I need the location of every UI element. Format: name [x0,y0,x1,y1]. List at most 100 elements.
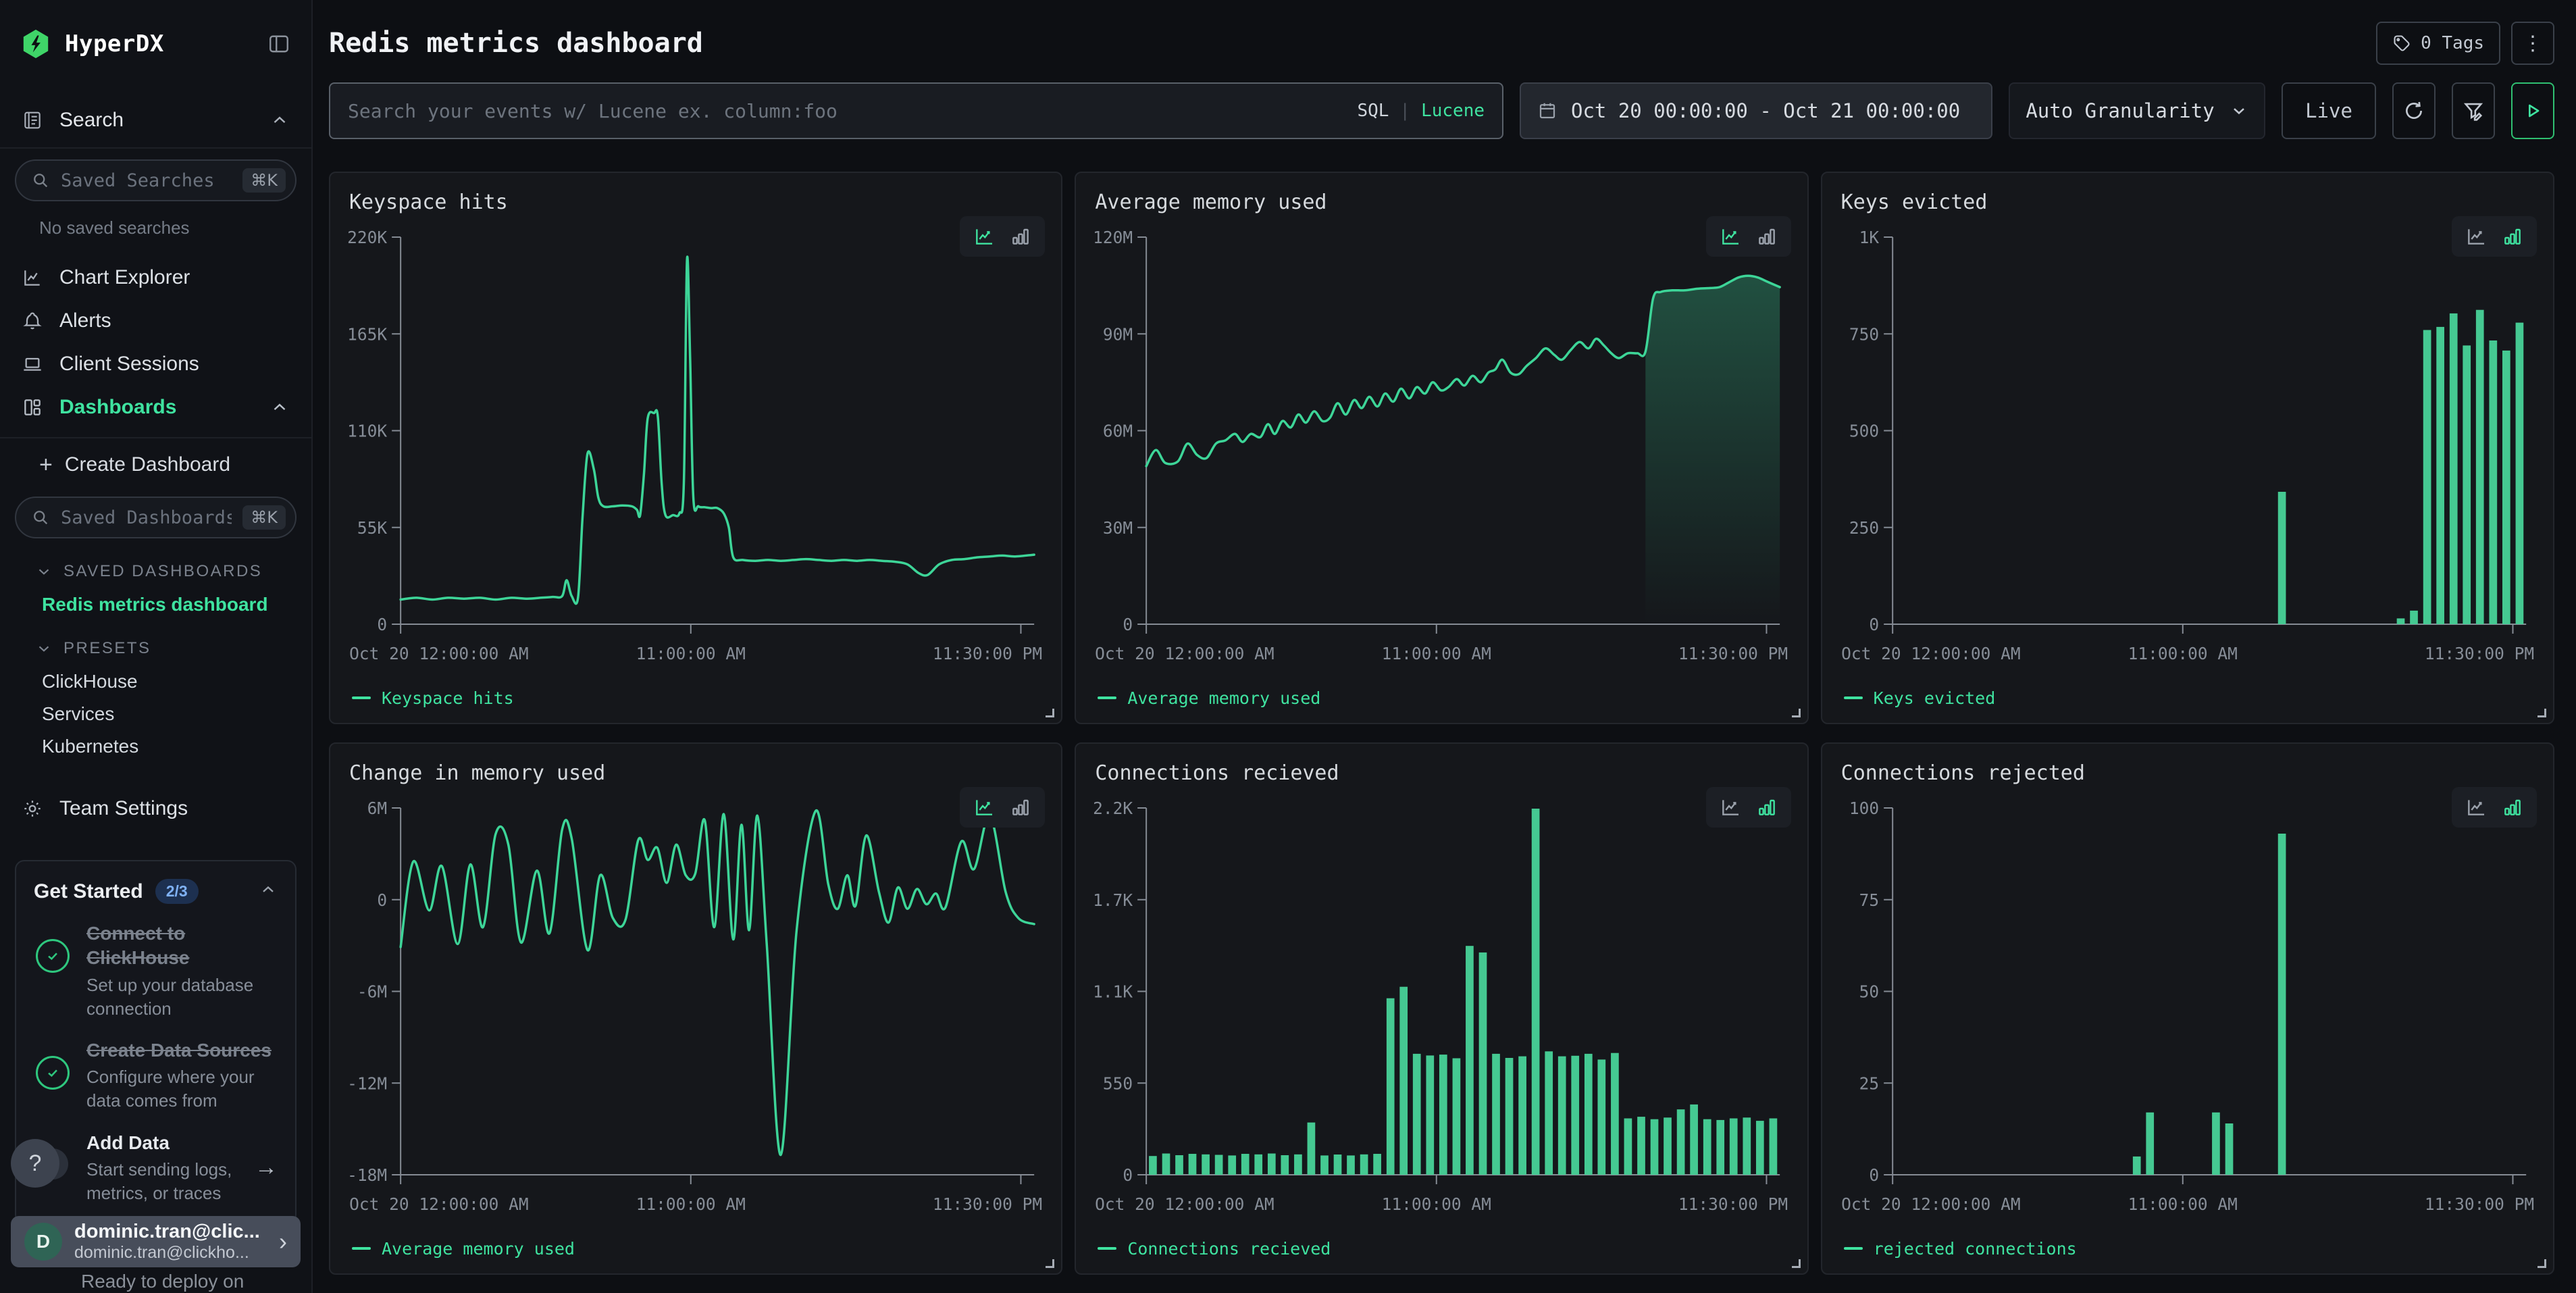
sidebar-item-chart-explorer[interactable]: Chart Explorer [0,256,311,299]
chart-canvas[interactable]: 1007550250Oct 20 12:00:00 AM11:00:00 AM1… [1840,797,2535,1233]
user-menu[interactable]: D dominic.tran@clic... dominic.tran@clic… [11,1216,301,1267]
sql-toggle[interactable]: SQL [1357,101,1389,121]
gear-icon [22,798,43,819]
event-search-input[interactable] [348,100,1343,122]
refresh-button[interactable] [2392,82,2436,139]
chevron-up-icon[interactable] [259,880,278,903]
resize-handle[interactable] [1792,709,1801,717]
brand-row: HyperDX [0,0,311,65]
search-icon [31,508,50,527]
dashboard-header: Redis metrics dashboard 0 Tags ⋮ [329,19,2554,68]
no-saved-searches-text: No saved searches [39,218,311,238]
svg-text:0: 0 [377,890,387,910]
live-button[interactable]: Live [2282,82,2376,139]
resize-handle[interactable] [1046,709,1054,717]
chart-canvas[interactable]: 120M90M60M30M0Oct 20 12:00:00 AM11:00:00… [1093,226,1789,682]
resize-handle[interactable] [1792,1259,1801,1268]
date-range-picker[interactable]: Oct 20 00:00:00 - Oct 21 00:00:00 [1520,82,1992,139]
line-chart-toggle-icon[interactable] [1720,796,1741,818]
line-chart-toggle-icon[interactable] [2465,796,2487,818]
svg-text:11:30:00 PM: 11:30:00 PM [1678,1194,1788,1214]
bar-chart-toggle-icon[interactable] [1756,796,1778,818]
preset-kubernetes[interactable]: Kubernetes [0,730,311,763]
chart-title: Keys evicted [1841,191,2535,214]
more-options-button[interactable]: ⋮ [2511,22,2554,65]
bar-chart-toggle-icon[interactable] [1756,226,1778,247]
chart-canvas[interactable]: 1K7505002500Oct 20 12:00:00 AM11:00:00 A… [1840,226,2535,682]
resize-handle[interactable] [2538,709,2546,717]
chevron-down-icon [35,640,53,657]
resize-handle[interactable] [2538,1259,2546,1268]
bar-chart-toggle-icon[interactable] [2502,796,2523,818]
saved-dashboards-search[interactable]: ⌘K [15,497,297,538]
tags-button-label: 0 Tags [2421,33,2484,53]
bar-chart-toggle-icon[interactable] [2502,226,2523,247]
filter-button[interactable] [2452,82,2495,139]
saved-dashboards-input[interactable] [61,507,232,528]
preset-services[interactable]: Services [0,698,311,730]
page-title: Redis metrics dashboard [329,28,2376,59]
lucene-toggle[interactable]: Lucene [1421,101,1485,121]
create-dashboard-button[interactable]: + Create Dashboard [0,444,311,486]
main-content: Redis metrics dashboard 0 Tags ⋮ SQL | L… [313,0,2576,1293]
presets-header[interactable]: PRESETS [35,638,311,659]
sidebar-item-client-sessions[interactable]: Client Sessions [0,343,311,386]
toolbar: SQL | Lucene Oct 20 00:00:00 - Oct 21 00… [329,82,2554,139]
chart-type-toggle [960,216,1045,257]
presets-header-label: PRESETS [63,639,151,658]
sidebar-item-label: Dashboards [59,396,253,419]
date-range-value: Oct 20 00:00:00 - Oct 21 00:00:00 [1571,99,1960,122]
collapse-sidebar-icon[interactable] [267,32,291,56]
sidebar-item-label: Client Sessions [59,353,290,376]
query-language-toggle: SQL | Lucene [1357,101,1485,121]
chart-title: Connections recieved [1095,761,1789,785]
saved-searches-input[interactable] [61,170,232,191]
get-started-title: Get Started [34,880,143,903]
svg-text:Oct 20 12:00:00 AM: Oct 20 12:00:00 AM [349,644,529,663]
help-button[interactable]: ? [11,1139,59,1188]
get-started-header[interactable]: Get Started 2/3 [34,879,278,904]
legend-label: Average memory used [382,1239,575,1259]
chart-panel-average-memory: Average memory used 120M90M60M30M0Oct 20… [1075,172,1808,724]
saved-searches-search[interactable]: ⌘K [15,159,297,201]
get-started-item-title: Create Data Sources [86,1038,278,1063]
deploy-clickhouse-text: Ready to deploy on ClickHouse Cloud? [81,1269,270,1293]
resize-handle[interactable] [1046,1259,1054,1268]
chart-canvas[interactable]: 220K165K110K55K0Oct 20 12:00:00 AM11:00:… [348,226,1044,682]
svg-text:60M: 60M [1103,422,1133,441]
play-icon [2522,100,2544,122]
legend-swatch [352,696,371,699]
bar-chart-toggle-icon[interactable] [1010,226,1031,247]
svg-text:90M: 90M [1103,324,1133,344]
chart-canvas[interactable]: 6M0-6M-12M-18MOct 20 12:00:00 AM11:00:00… [348,797,1044,1233]
toggle-divider: | [1399,101,1410,121]
tags-button[interactable]: 0 Tags [2376,22,2500,65]
line-chart-toggle-icon[interactable] [2465,226,2487,247]
sidebar-item-redis-dashboard[interactable]: Redis metrics dashboard [42,594,311,615]
line-chart-toggle-icon[interactable] [973,796,995,818]
app-root: HyperDX Search ⌘K No saved searches [0,0,2576,1293]
sidebar-item-team-settings[interactable]: Team Settings [0,787,311,830]
laptop-icon [22,353,43,375]
saved-dashboards-header[interactable]: SAVED DASHBOARDS [35,561,311,582]
line-chart-toggle-icon[interactable] [973,226,995,247]
run-query-button[interactable] [2511,82,2554,139]
chart-legend: Keys evicted [1840,682,2535,713]
user-email: dominic.tran@clickho... [74,1243,267,1263]
granularity-select[interactable]: Auto Granularity [2009,82,2265,139]
plus-icon: + [39,452,53,478]
chart-canvas[interactable]: 2.2K1.7K1.1K5500Oct 20 12:00:00 AM11:00:… [1093,797,1789,1233]
get-started-item-connect[interactable]: Connect to ClickHouse Set up your databa… [34,921,278,1021]
sidebar-item-dashboards[interactable]: Dashboards [0,386,311,429]
sidebar-item-label: Chart Explorer [59,266,290,289]
get-started-item-add-data[interactable]: 3 Add Data Start sending logs, metrics, … [34,1131,278,1206]
get-started-item-sources[interactable]: Create Data Sources Configure where your… [34,1038,278,1113]
shortcut-badge: ⌘K [242,168,286,193]
preset-clickhouse[interactable]: ClickHouse [0,665,311,698]
sidebar-item-alerts[interactable]: Alerts [0,299,311,343]
svg-text:165K: 165K [348,324,387,344]
line-chart-toggle-icon[interactable] [1720,226,1741,247]
sidebar-section-search[interactable]: Search [0,101,311,139]
divider [0,437,311,438]
bar-chart-toggle-icon[interactable] [1010,796,1031,818]
